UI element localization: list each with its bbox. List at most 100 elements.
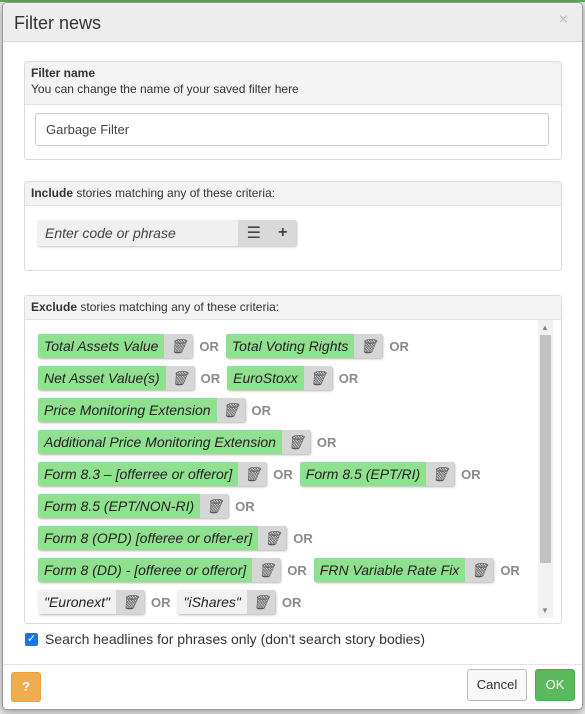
filter-name-header: Filter name You can change the name of y… [25,62,561,105]
include-panel: Include stories matching any of these cr… [24,181,562,271]
or-separator: OR [389,338,409,354]
or-separator: OR [316,434,337,450]
help-button[interactable]: ? [11,672,41,702]
check-icon[interactable]: ✓ [25,632,38,646]
exclude-tag-label: Net Asset Value(s) [44,370,160,386]
or-separator: OR [338,370,359,386]
cancel-button[interactable]: Cancel [467,669,527,701]
exclude-tag: Price Monitoring Extension 🗑 [38,398,245,422]
scroll-up-icon[interactable]: ▲ [541,323,549,332]
trash-icon[interactable]: 🗑 [238,462,267,486]
or-separator: OR [287,562,307,578]
tag-row: Net Asset Value(s) 🗑 OR EuroStoxx 🗑 OR [38,362,538,394]
plus-icon[interactable]: + [278,224,287,242]
exclude-tag-label: Form 8 (OPD) [offeree or offer-er] [44,530,253,546]
exclude-tag: Net Asset Value(s) 🗑 [38,366,194,390]
exclude-tag: Form 8.3 – [offerree or offeror] 🗑 [38,462,267,486]
trash-icon[interactable]: 🗑 [200,494,229,518]
dialog-title: Filter news [14,13,102,33]
list-icon[interactable]: ☰ [247,223,261,243]
exclude-heading-rest: stories matching any of these criteria: [77,300,280,314]
exclude-tag-label: Form 8 (DD) - [offeree or offeror] [44,562,247,578]
exclude-tag: Total Assets Value 🗑 [38,334,193,358]
trash-icon[interactable]: 🗑 [216,398,245,422]
exclude-tag: FRN Variable Rate Fix 🗑 [313,558,494,582]
tag-row: Form 8 (DD) - [offeree or offeror] 🗑 OR FRN… [38,554,538,586]
exclude-tag-label: Total Assets Value [44,338,159,354]
exclude-tag-label: "Euronext" [44,594,110,610]
or-separator: OR [273,466,293,482]
trash-icon[interactable]: 🗑 [465,558,494,582]
filter-name-input[interactable]: Garbage Filter [35,113,549,146]
headlines-only-label: Search headlines for phrases only (don't… [45,631,426,647]
exclude-tag-list: Total Assets Value 🗑 OR Total Voting Rights… [38,330,538,618]
exclude-tag: Form 8.5 (EPT/RI) 🗑 [299,462,455,486]
or-separator: OR [251,402,272,418]
include-placeholder: Enter code or phrase [45,225,176,241]
include-heading-rest: stories matching any of these criteria: [73,186,276,200]
filter-name-label: Filter name [31,66,96,80]
or-separator: OR [199,338,219,354]
or-separator: OR [235,498,255,514]
or-separator: OR [200,370,221,386]
exclude-tag: Form 8.5 (EPT/NON-RI) 🗑 [38,494,229,518]
trash-icon[interactable]: 🗑 [303,366,332,390]
trash-icon[interactable]: 🗑 [246,590,275,614]
trash-icon[interactable]: 🗑 [165,366,194,390]
exclude-tag-label: EuroStoxx [233,370,298,386]
include-header: Include stories matching any of these cr… [25,182,561,206]
exclude-tag: Form 8 (DD) - [offeree or offeror] 🗑 [38,558,281,582]
exclude-tag-area: Total Assets Value 🗑 OR Total Voting Rights… [32,320,553,618]
or-separator: OR [461,466,481,482]
exclude-tag-label: Price Monitoring Extension [44,402,211,418]
tag-row: Additional Price Monitoring Extension 🗑 OR [38,426,538,458]
trash-icon[interactable]: 🗑 [281,430,310,454]
exclude-panel: Exclude stories matching any of these cr… [24,295,562,624]
include-tools: ☰ + [238,220,296,246]
trash-icon[interactable]: 🗑 [426,462,455,486]
exclude-tag: "iShares" 🗑 [177,590,275,614]
exclude-tag: EuroStoxx 🗑 [227,366,332,390]
exclude-header: Exclude stories matching any of these cr… [25,296,561,320]
trash-icon[interactable]: 🗑 [164,334,193,358]
trash-icon[interactable]: 🗑 [252,558,281,582]
exclude-tag-label: Form 8.5 (EPT/NON-RI) [44,498,195,514]
headlines-only-option[interactable]: ✓ Search headlines for phrases only (don… [25,631,425,647]
filter-name-hint: You can change the name of your saved fi… [31,82,299,96]
scroll-down-icon[interactable]: ▼ [541,606,549,615]
exclude-scrollbar[interactable]: ▲ ▼ [538,320,553,618]
exclude-tag: Total Voting Rights 🗑 [225,334,383,358]
exclude-tag-label: Additional Price Monitoring Extension [44,434,276,450]
or-separator: OR [281,594,302,610]
trash-icon[interactable]: 🗑 [354,334,383,358]
or-separator: OR [293,530,313,546]
exclude-tag: "Euronext" 🗑 [38,590,144,614]
exclude-tag-label: Total Voting Rights [231,338,349,354]
exclude-tag-label: Form 8.5 (EPT/RI) [305,466,421,482]
exclude-tag: Additional Price Monitoring Extension 🗑 [38,430,310,454]
filter-news-dialog: Filter news × Filter name You can change… [2,2,583,710]
exclude-tag-label: Form 8.3 – [offerree or offeror] [44,466,233,482]
tag-row: Total Assets Value 🗑 OR Total Voting Rights… [38,330,538,362]
exclude-heading-bold: Exclude [31,300,78,314]
tag-row: Price Monitoring Extension 🗑 OR [38,394,538,426]
include-heading-bold: Include [31,186,74,200]
include-phrase-input[interactable]: Enter code or phrase ☰ + [37,220,296,246]
ok-button[interactable]: OK [535,669,575,701]
filter-name-panel: Filter name You can change the name of y… [24,61,562,160]
trash-icon[interactable]: 🗑 [115,590,144,614]
tag-row: Form 8 (OPD) [offeree or offer-er] 🗑 OR [38,522,538,554]
tag-row: "Euronext" 🗑 OR "iShares" 🗑 OR [38,586,538,618]
dialog-title-bar: Filter news × [3,3,582,42]
exclude-tag: Form 8 (OPD) [offeree or offer-er] 🗑 [38,526,287,550]
scroll-thumb[interactable] [540,335,551,563]
trash-icon[interactable]: 🗑 [258,526,287,550]
tag-row: Form 8.3 – [offerree or offeror] 🗑 OR Form … [38,458,538,490]
exclude-tag-label: FRN Variable Rate Fix [319,562,460,578]
close-icon[interactable]: × [559,11,568,29]
or-separator: OR [150,594,171,610]
dialog-footer: ? Cancel OK [3,664,582,709]
or-separator: OR [500,562,520,578]
tag-row: Form 8.5 (EPT/NON-RI) 🗑 OR [38,490,538,522]
exclude-tag-label: "iShares" [183,594,241,610]
